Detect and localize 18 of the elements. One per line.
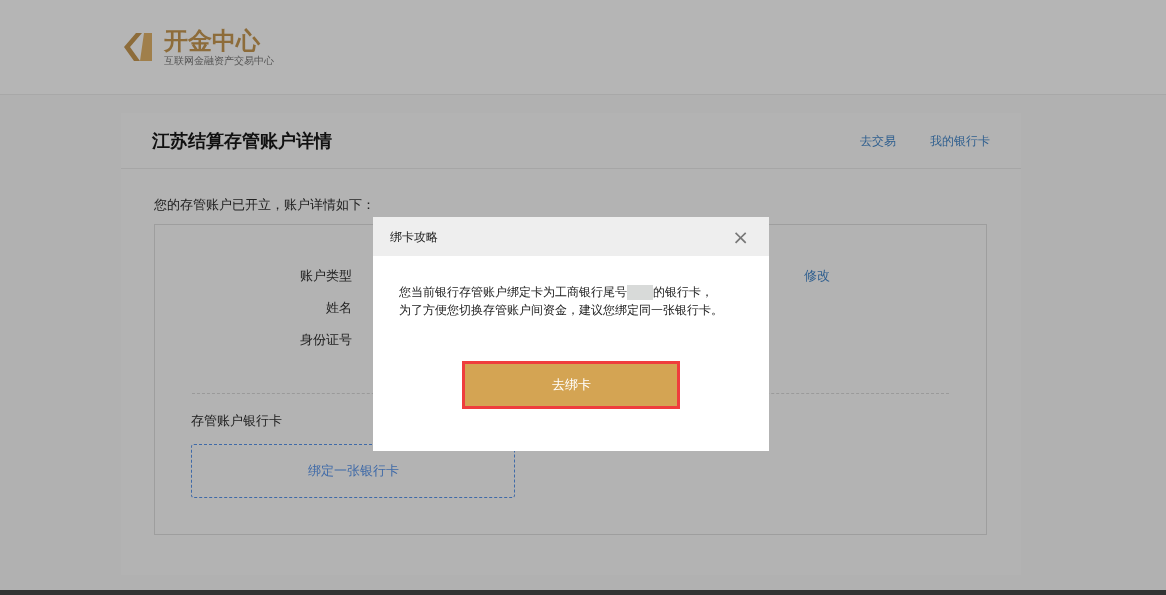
- edit-link[interactable]: 修改: [804, 265, 830, 286]
- dialog-message: 的银行卡，: [653, 284, 713, 301]
- page-title: 江苏结算存管账户详情: [152, 129, 332, 153]
- field-label: 姓名: [325, 298, 352, 317]
- bank-card-label: 存管账户银行卡: [191, 411, 282, 430]
- dialog-message: 您当前银行存管账户绑定卡为工商银行尾号: [399, 284, 627, 301]
- redacted-number: [627, 284, 653, 300]
- bind-card-button[interactable]: 去绑卡: [462, 361, 680, 409]
- nav-link[interactable]: 我的银行卡: [930, 131, 990, 150]
- close-button[interactable]: ×: [732, 226, 749, 247]
- dialog-title: 绑卡攻略: [390, 228, 438, 246]
- nav-link[interactable]: 去交易: [860, 131, 896, 150]
- dialog-message: 为了方便您切换存管账户间资金，建议您绑定同一张银行卡。: [399, 302, 724, 319]
- field-label: 账户类型: [299, 266, 352, 285]
- intro-text: 您的存管账户已开立，账户详情如下：: [154, 196, 376, 214]
- field-label: 身份证号: [299, 330, 352, 349]
- logo-tagline: 互联网金融资产交易中心: [164, 55, 274, 67]
- logo-name: 开金中心: [164, 27, 261, 55]
